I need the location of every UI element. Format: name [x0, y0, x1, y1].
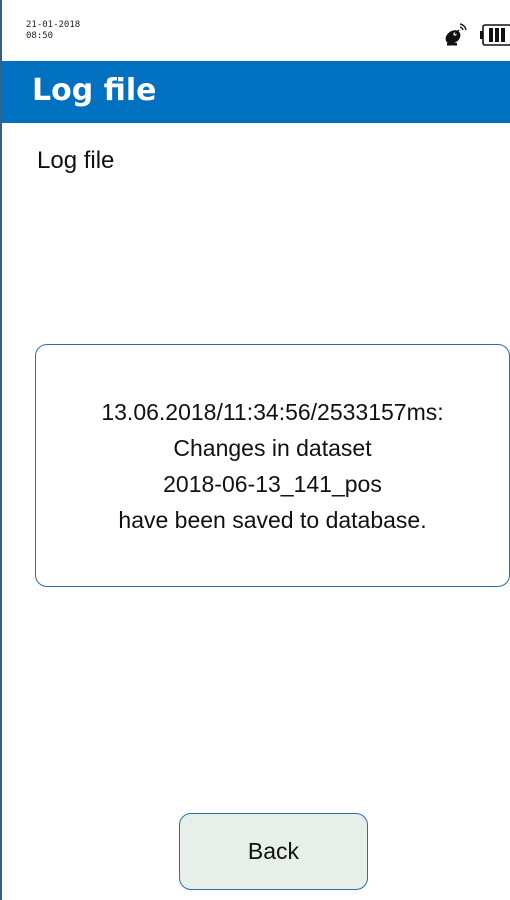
log-message-line: have been saved to database. [118, 506, 427, 533]
status-time: 08:50 [26, 31, 54, 41]
section-label: Log file [37, 147, 115, 174]
battery-icon [480, 24, 510, 46]
status-datetime: 21-01-2018 08:50 [26, 20, 80, 42]
back-button[interactable]: Back [179, 813, 368, 890]
satellite-icon [445, 23, 467, 46]
log-message-line: Changes in dataset [173, 434, 372, 461]
status-bar: 21-01-2018 08:50 [2, 0, 510, 60]
back-button-label: Back [247, 838, 300, 864]
log-timestamp: 13.06.2018/11:34:56/2533157ms: [101, 398, 444, 425]
title-bar: Log file [2, 61, 510, 123]
device-screen: 21-01-2018 08:50 Log file Log file 13.06… [0, 0, 510, 900]
status-date: 21-01-2018 [26, 20, 81, 30]
log-dataset-name: 2018-06-13_141_pos [163, 470, 382, 497]
log-entry-box: 13.06.2018/11:34:56/2533157ms: Changes i… [35, 344, 510, 587]
page-title: Log file [32, 73, 157, 108]
